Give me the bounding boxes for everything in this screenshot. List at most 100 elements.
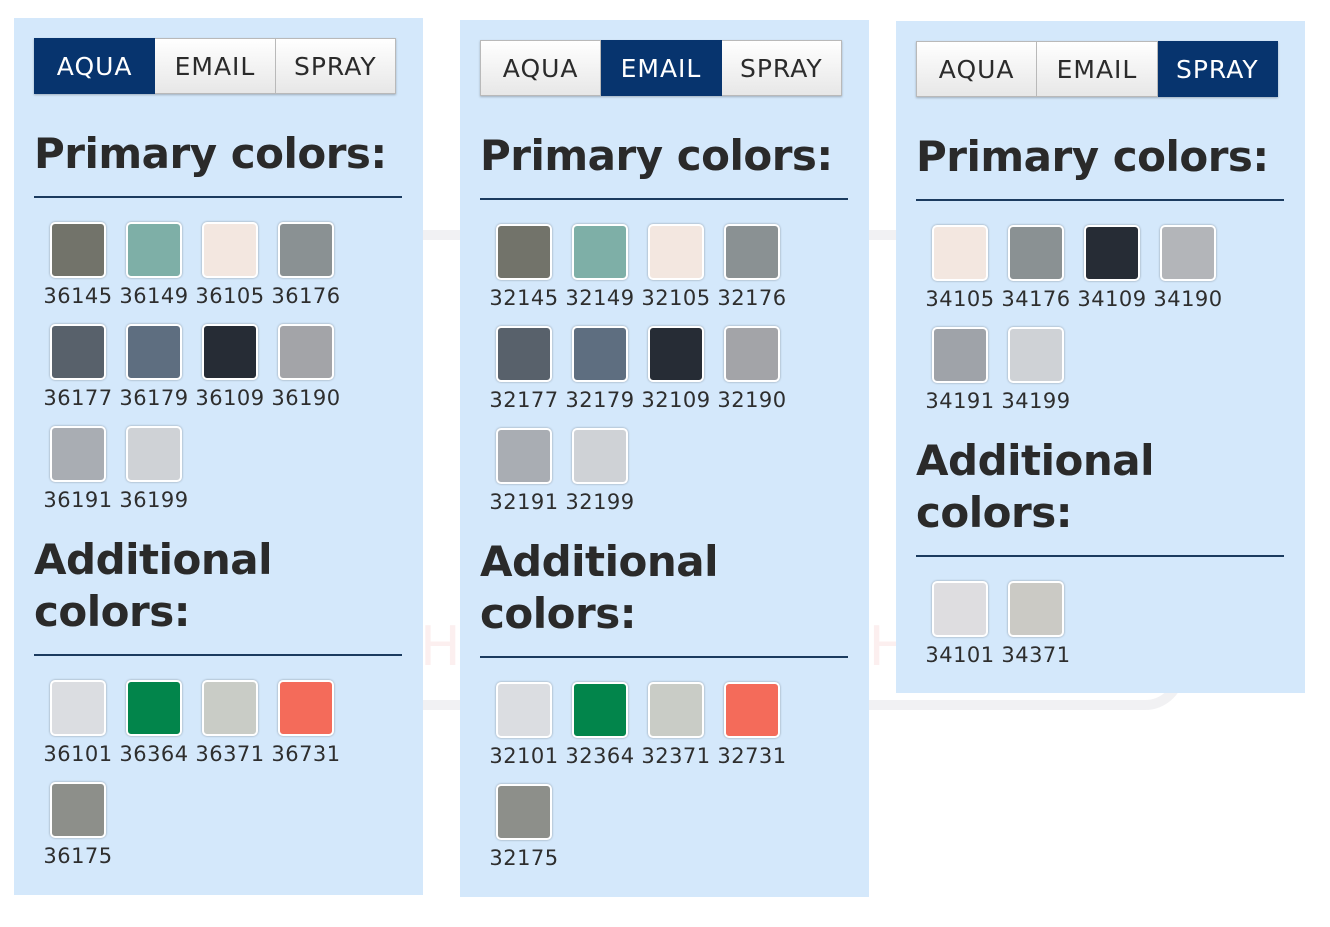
color-swatch[interactable]: 34371 [998, 579, 1074, 681]
color-swatch[interactable]: 32190 [714, 324, 790, 426]
color-swatch[interactable]: 32101 [486, 680, 562, 782]
color-swatch[interactable]: 34101 [922, 579, 998, 681]
color-swatch[interactable]: 36105 [192, 220, 268, 322]
color-chip[interactable] [572, 428, 628, 484]
color-chip[interactable] [126, 324, 182, 380]
color-chip[interactable] [648, 326, 704, 382]
color-chip[interactable] [572, 224, 628, 280]
color-chip[interactable] [724, 682, 780, 738]
color-swatch[interactable]: 32149 [562, 222, 638, 324]
color-chip[interactable] [202, 680, 258, 736]
color-swatch[interactable]: 36371 [192, 678, 268, 780]
color-code: 34190 [1153, 287, 1223, 311]
color-chip[interactable] [278, 324, 334, 380]
color-swatch[interactable]: 36109 [192, 322, 268, 424]
color-chip[interactable] [932, 225, 988, 281]
color-chip[interactable] [1008, 327, 1064, 383]
color-code: 36199 [119, 488, 189, 512]
color-chip[interactable] [202, 324, 258, 380]
color-chip[interactable] [932, 327, 988, 383]
color-chip[interactable] [1160, 225, 1216, 281]
color-chip[interactable] [50, 782, 106, 838]
color-chip[interactable] [278, 222, 334, 278]
color-swatch[interactable]: 32371 [638, 680, 714, 782]
color-chip[interactable] [724, 224, 780, 280]
tab-spray[interactable]: SPRAY [721, 40, 842, 96]
tab-aqua[interactable]: AQUA [916, 41, 1038, 97]
color-code: 36191 [43, 488, 113, 512]
color-chip[interactable] [1084, 225, 1140, 281]
additional-colors-heading: Additional colors: [480, 537, 719, 638]
color-swatch[interactable]: 32145 [486, 222, 562, 324]
color-swatch[interactable]: 34105 [922, 223, 998, 325]
color-swatch[interactable]: 34190 [1150, 223, 1226, 325]
color-chip[interactable] [126, 680, 182, 736]
color-chip[interactable] [50, 680, 106, 736]
tab-aqua[interactable]: AQUA [34, 38, 156, 94]
tab-aqua[interactable]: AQUA [480, 40, 602, 96]
color-swatch[interactable]: 34191 [922, 325, 998, 427]
color-swatch[interactable]: 32191 [486, 426, 562, 528]
color-code: 34191 [925, 389, 995, 413]
color-swatch[interactable]: 34176 [998, 223, 1074, 325]
color-chip[interactable] [50, 324, 106, 380]
color-code: 32364 [565, 744, 635, 768]
color-chip[interactable] [496, 784, 552, 840]
additional-swatch-grid: 34101 34371 [922, 579, 1232, 681]
color-swatch[interactable]: 34109 [1074, 223, 1150, 325]
tab-spray[interactable]: SPRAY [1157, 41, 1278, 97]
color-swatch[interactable]: 36175 [40, 780, 116, 882]
color-chip[interactable] [50, 426, 106, 482]
color-swatch[interactable]: 32175 [486, 782, 562, 884]
color-chip[interactable] [1008, 225, 1064, 281]
tab-spray[interactable]: SPRAY [275, 38, 396, 94]
color-chip[interactable] [572, 326, 628, 382]
color-code: 32101 [489, 744, 559, 768]
color-chip[interactable] [496, 428, 552, 484]
color-swatch[interactable]: 36199 [116, 424, 192, 526]
color-chip[interactable] [496, 224, 552, 280]
color-chip[interactable] [496, 682, 552, 738]
color-swatch[interactable]: 36731 [268, 678, 344, 780]
color-swatch[interactable]: 36191 [40, 424, 116, 526]
tab-email[interactable]: EMAIL [601, 40, 722, 96]
color-swatch[interactable]: 36149 [116, 220, 192, 322]
color-swatch[interactable]: 32179 [562, 324, 638, 426]
color-swatch[interactable]: 36179 [116, 322, 192, 424]
color-swatch[interactable]: 36190 [268, 322, 344, 424]
color-swatch[interactable]: 32176 [714, 222, 790, 324]
color-chip[interactable] [648, 224, 704, 280]
color-chip[interactable] [724, 326, 780, 382]
color-code: 32731 [717, 744, 787, 768]
color-chip[interactable] [496, 326, 552, 382]
color-swatch[interactable]: 36101 [40, 678, 116, 780]
color-swatch[interactable]: 36364 [116, 678, 192, 780]
color-chip[interactable] [278, 680, 334, 736]
color-chip[interactable] [126, 222, 182, 278]
tab-email[interactable]: EMAIL [155, 38, 276, 94]
color-code: 34101 [925, 643, 995, 667]
color-chip[interactable] [932, 581, 988, 637]
color-chip[interactable] [126, 426, 182, 482]
additional-swatch-grid: 36101 36364 36371 36731 36175 [40, 678, 350, 882]
color-chip[interactable] [572, 682, 628, 738]
color-swatch[interactable]: 36176 [268, 220, 344, 322]
color-swatch[interactable]: 36145 [40, 220, 116, 322]
color-swatch[interactable]: 32105 [638, 222, 714, 324]
color-chip[interactable] [202, 222, 258, 278]
color-chip[interactable] [1008, 581, 1064, 637]
color-swatch[interactable]: 32177 [486, 324, 562, 426]
color-code: 36731 [271, 742, 341, 766]
color-code: 32190 [717, 388, 787, 412]
color-chip[interactable] [50, 222, 106, 278]
tab-bar: AQUA EMAIL SPRAY [34, 38, 396, 94]
color-swatch[interactable]: 34199 [998, 325, 1074, 427]
color-swatch[interactable]: 32199 [562, 426, 638, 528]
divider [916, 199, 1284, 201]
color-swatch[interactable]: 32364 [562, 680, 638, 782]
tab-email[interactable]: EMAIL [1037, 41, 1158, 97]
color-swatch[interactable]: 32731 [714, 680, 790, 782]
color-chip[interactable] [648, 682, 704, 738]
color-swatch[interactable]: 32109 [638, 324, 714, 426]
color-swatch[interactable]: 36177 [40, 322, 116, 424]
